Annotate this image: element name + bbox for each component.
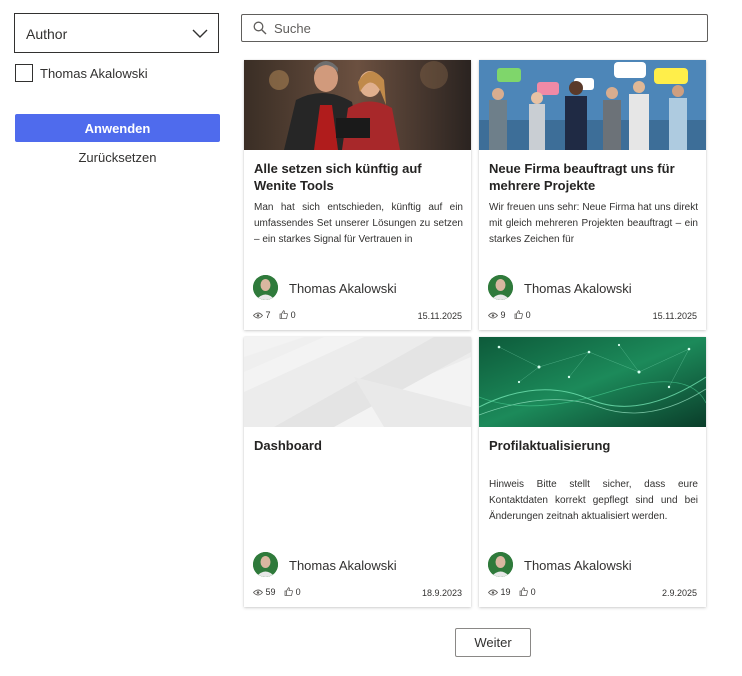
card-likes: 0	[525, 310, 531, 320]
author-dropdown-label: Author	[26, 26, 68, 42]
card-author: Thomas Akalowski	[289, 281, 397, 296]
card-likes: 0	[290, 310, 296, 320]
card-author: Thomas Akalowski	[289, 558, 397, 573]
like-icon	[279, 310, 288, 319]
card-image	[244, 60, 471, 150]
card-author: Thomas Akalowski	[524, 281, 632, 296]
card-views: 59	[265, 587, 276, 597]
card-date: 2.9.2025	[661, 588, 697, 598]
card-views: 19	[500, 587, 511, 597]
card-image	[479, 337, 706, 427]
search-box[interactable]	[241, 14, 708, 42]
author-checkbox-label: Thomas Akalowski	[40, 66, 148, 81]
views-icon	[487, 312, 499, 319]
card-excerpt: Wir freuen uns sehr: Neue Firma hat uns …	[489, 202, 698, 245]
card-stats: 19 0	[487, 587, 536, 597]
card-date: 15.11.2025	[652, 311, 697, 321]
avatar	[488, 552, 513, 577]
card-stats: 59 0	[252, 587, 301, 597]
search-icon	[253, 21, 267, 35]
avatar	[253, 275, 278, 300]
views-icon	[252, 589, 264, 596]
news-card[interactable]: Alle setzen sich künftig auf Wenite Tool…	[244, 60, 471, 330]
reset-button[interactable]: Zurücksetzen	[15, 150, 220, 165]
news-card[interactable]: Dashboard Thomas Akalowski 59 0 18.9.202…	[244, 337, 471, 607]
card-date: 18.9.2023	[421, 588, 462, 598]
card-excerpt: Man hat sich entschieden, künftig auf ei…	[254, 202, 463, 245]
author-dropdown[interactable]: Author	[14, 13, 219, 53]
card-views: 7	[265, 310, 271, 320]
card-author: Thomas Akalowski	[524, 558, 632, 573]
chevron-down-icon	[192, 29, 208, 38]
card-title: Alle setzen sich künftig auf Wenite Tool…	[254, 161, 422, 193]
search-input[interactable]	[274, 19, 694, 37]
card-likes: 0	[295, 587, 301, 597]
card-views: 9	[500, 310, 506, 320]
next-page-button[interactable]: Weiter	[455, 628, 531, 657]
card-image	[244, 337, 471, 427]
card-likes: 0	[530, 587, 536, 597]
like-icon	[519, 587, 528, 596]
card-date: 15.11.2025	[417, 311, 462, 321]
card-title: Profilaktualisierung	[489, 438, 611, 453]
card-title: Dashboard	[254, 438, 322, 453]
avatar	[488, 275, 513, 300]
news-card[interactable]: Neue Firma beauftragt uns für mehrere Pr…	[479, 60, 706, 330]
card-excerpt: Hinweis Bitte stellt sicher, dass eure K…	[489, 479, 698, 522]
avatar	[253, 552, 278, 577]
card-title: Neue Firma beauftragt uns für mehrere Pr…	[489, 161, 675, 193]
card-image	[479, 60, 706, 150]
card-stats: 7 0	[252, 310, 296, 320]
author-checkbox[interactable]	[15, 64, 33, 82]
like-icon	[284, 587, 293, 596]
card-stats: 9 0	[487, 310, 531, 320]
views-icon	[252, 312, 264, 319]
apply-button[interactable]: Anwenden	[15, 114, 220, 142]
news-card[interactable]: Profilaktualisierung Hinweis Bitte stell…	[479, 337, 706, 607]
like-icon	[514, 310, 523, 319]
views-icon	[487, 589, 499, 596]
